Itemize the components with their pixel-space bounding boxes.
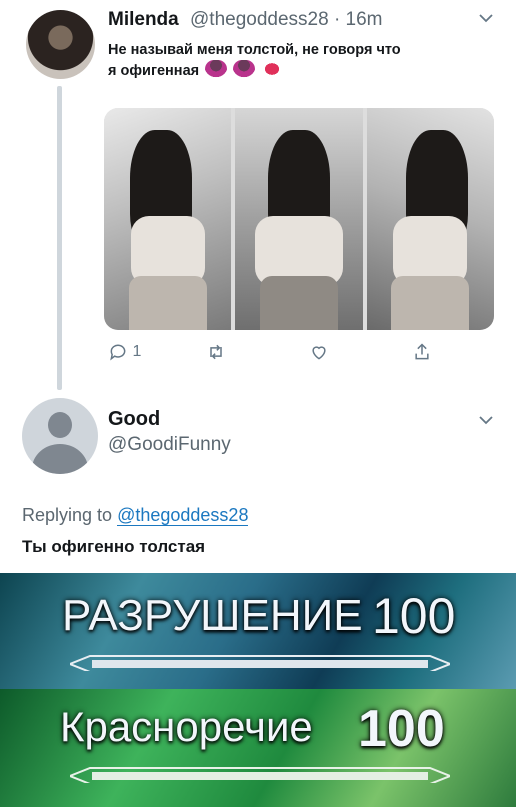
woman-dancing-emoji-icon (233, 60, 256, 78)
tweet-text: Не называй меня толстой, не говоря что я… (108, 40, 408, 81)
display-name[interactable]: Good (108, 408, 160, 431)
share-button[interactable] (412, 342, 432, 362)
skill-name: РАЗРУШЕНИЕ (62, 591, 363, 640)
skill-progress-bar (70, 655, 450, 671)
skill-name: Красноречие (60, 703, 313, 750)
photo-2[interactable] (235, 108, 363, 330)
tweet-text-content: Не называй меня толстой, не говоря что я… (108, 42, 401, 79)
skill-level: 100 (372, 588, 456, 644)
thread-line (57, 86, 62, 390)
reply-icon (110, 344, 126, 361)
replying-prefix: Replying to (22, 505, 113, 525)
replying-to-link[interactable]: @thegoddess28 (117, 505, 249, 526)
tweet-photos[interactable] (104, 108, 494, 330)
avatar[interactable] (26, 10, 95, 79)
skill-banner-destruction: РАЗРУШЕНИЕ 100 (0, 573, 516, 689)
handle-and-time: @thegoddess28 · 16m (190, 9, 383, 30)
chevron-down-icon[interactable] (478, 412, 494, 433)
photo-1[interactable] (104, 108, 232, 330)
skill-progress-bar (70, 767, 450, 783)
retweet-icon (210, 344, 222, 360)
default-avatar-icon (48, 412, 72, 438)
kiss-mark-emoji-icon (261, 60, 284, 78)
photo-3[interactable] (366, 108, 494, 330)
handle: @GoodiFunny (108, 434, 231, 455)
woman-dancing-emoji-icon (205, 60, 228, 78)
display-name[interactable]: Milenda (108, 9, 179, 31)
skill-banner-speech: Красноречие 100 (0, 689, 516, 807)
like-icon (312, 346, 326, 360)
reply-button[interactable]: 1 (108, 342, 141, 362)
reply-count: 1 (132, 343, 142, 361)
share-icon (415, 343, 429, 360)
chevron-down-icon[interactable] (478, 10, 494, 31)
tweet-text: Ты офигенно толстая (22, 537, 206, 556)
retweet-button[interactable] (205, 342, 227, 362)
replying-to: Replying to @thegoddess28 (22, 505, 249, 526)
like-button[interactable] (309, 342, 329, 362)
avatar[interactable] (22, 398, 98, 474)
skill-level: 100 (358, 700, 445, 758)
